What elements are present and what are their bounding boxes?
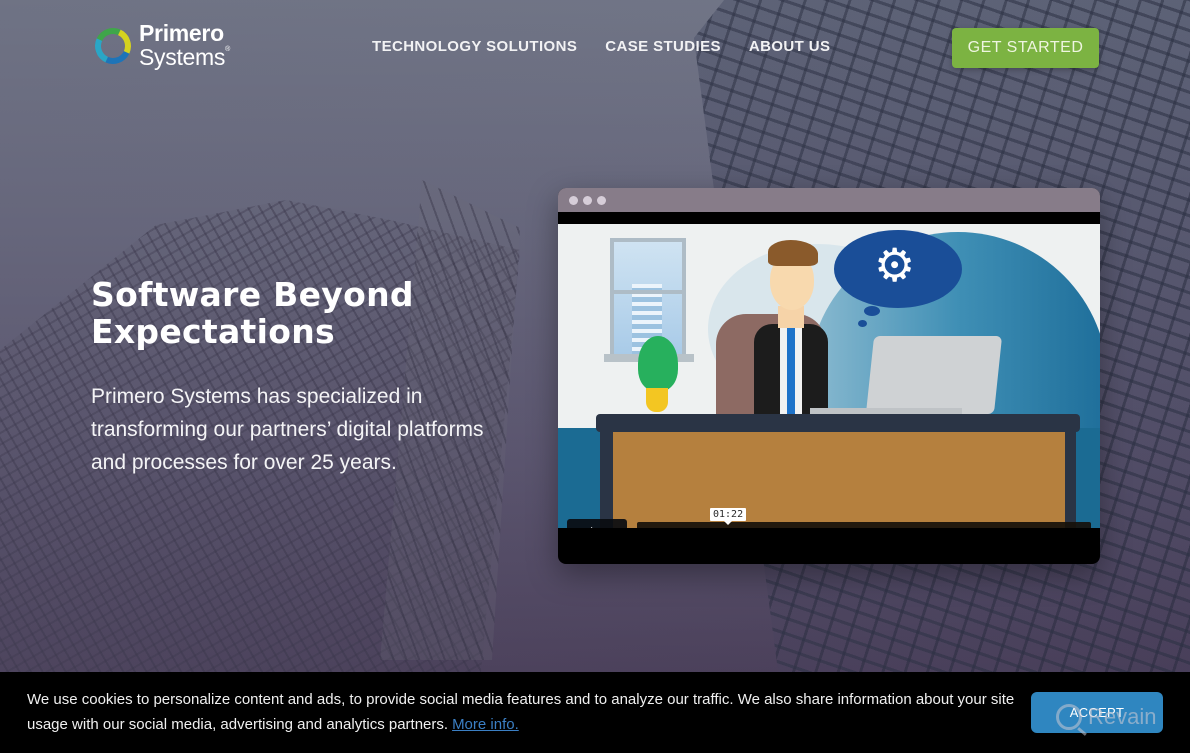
logo-wordmark: Primero Systems® (139, 22, 230, 69)
cookie-message: We use cookies to personalize content an… (27, 691, 1015, 733)
brand-logo[interactable]: Primero Systems® (89, 22, 230, 69)
get-started-button[interactable]: GET STARTED (952, 28, 1099, 68)
window-dot-icon (583, 195, 592, 205)
illustration-laptop (865, 336, 1003, 414)
revain-logo-icon (1056, 704, 1082, 730)
more-info-link[interactable]: More info. (452, 716, 519, 733)
window-dot-icon (597, 195, 606, 205)
main-nav: TECHNOLOGY SOLUTIONS CASE STUDIES ABOUT … (372, 38, 830, 55)
video-thumbnail-illustration[interactable]: ⚙ 01:22 ⚙ ⛶ (558, 224, 1100, 528)
video-controls: 01:22 ⚙ ⛶ (567, 508, 1091, 528)
video-player[interactable]: ⚙ 01:22 ⚙ ⛶ (558, 188, 1100, 564)
thought-bubble-dot (858, 320, 867, 327)
cookie-text: We use cookies to personalize content an… (27, 687, 1027, 737)
settings-gear-icon[interactable]: ⚙ (1049, 527, 1063, 528)
time-tooltip: 01:22 (710, 508, 747, 525)
logo-line-2: Systems® (139, 46, 230, 69)
thought-bubble-dot (864, 306, 880, 316)
illustration-desk-front (613, 432, 1065, 528)
illustration-hair (768, 240, 818, 266)
logo-line-2-text: Systems (139, 44, 226, 70)
video-letterbox-top (558, 212, 1100, 224)
revain-watermark: Revain (1056, 704, 1156, 730)
window-dot-icon (569, 195, 578, 205)
gear-icon: ⚙ (874, 239, 916, 291)
hero-title: Software Beyond Expectations (91, 275, 414, 351)
registered-mark: ® (225, 46, 230, 53)
illustration-plant (638, 336, 678, 391)
logo-ring-icon (89, 22, 137, 69)
video-control-icons: ⚙ ⛶ (1016, 527, 1083, 528)
video-window-titlebar (558, 188, 1100, 212)
play-icon (591, 527, 607, 528)
watermark-label: Revain (1088, 704, 1157, 729)
nav-about-us[interactable]: ABOUT US (749, 38, 831, 55)
video-control-bar: 01:22 ⚙ ⛶ (637, 508, 1091, 528)
nav-technology-solutions[interactable]: TECHNOLOGY SOLUTIONS (372, 38, 577, 55)
play-button[interactable] (567, 518, 627, 528)
logo-line-1: Primero (139, 20, 224, 46)
hero-description: Primero Systems has specialized in trans… (91, 385, 484, 474)
illustration-tie (787, 328, 795, 416)
cookie-banner: We use cookies to personalize content an… (0, 672, 1190, 753)
illustration-plant-pot (646, 388, 668, 412)
nav-case-studies[interactable]: CASE STUDIES (605, 38, 721, 55)
